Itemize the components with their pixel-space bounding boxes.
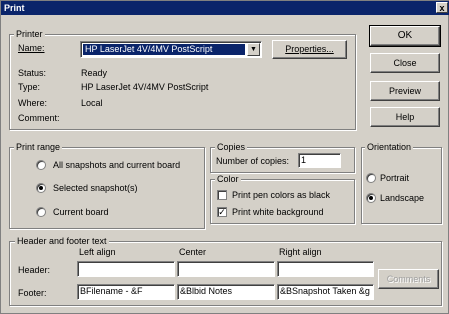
footer-center-input[interactable]: &Blbid Notes — [177, 284, 275, 300]
pen-colors-label[interactable]: Print pen colors as black — [232, 190, 330, 201]
preview-button[interactable]: Preview — [370, 81, 440, 101]
radio-landscape-label[interactable]: Landscape — [380, 193, 424, 204]
col-center-heading: Center — [179, 247, 207, 257]
header-footer-legend: Header and footer text — [15, 236, 109, 246]
orientation-legend: Orientation — [365, 142, 414, 152]
col-left-heading: Left align — [79, 247, 116, 257]
status-value: Ready — [81, 68, 108, 78]
copies-legend: Copies — [215, 142, 248, 152]
footer-label: Footer: — [18, 288, 47, 298]
properties-button[interactable]: Properties... — [272, 40, 347, 59]
printer-name-value: HP LaserJet 4V/4MV PostScript — [83, 44, 245, 55]
copies-label: Number of copies: — [216, 156, 290, 166]
printer-name-select[interactable]: HP LaserJet 4V/4MV PostScript ▼ — [80, 41, 262, 58]
col-right-heading: Right align — [279, 247, 322, 257]
color-legend: Color — [215, 174, 241, 184]
radio-all-snapshots[interactable] — [36, 160, 46, 170]
header-center-input[interactable] — [177, 261, 275, 277]
ok-button[interactable]: OK — [369, 25, 441, 47]
comments-button[interactable]: Comments — [378, 269, 439, 289]
title-bar: Print x — [1, 1, 449, 15]
header-left-input[interactable] — [77, 261, 175, 277]
help-button-label: Help — [395, 112, 415, 122]
printer-legend: Printer — [14, 29, 45, 39]
help-button[interactable]: Help — [370, 107, 440, 127]
where-value: Local — [81, 98, 103, 108]
dialog-title: Print — [4, 3, 25, 13]
white-background-checkbox[interactable]: ✓ — [217, 207, 227, 217]
radio-landscape[interactable] — [366, 193, 376, 203]
type-label: Type: — [18, 82, 41, 92]
close-icon[interactable]: x — [436, 2, 448, 13]
print-dialog: Print x Printer Name: HP LaserJet 4V/4MV… — [0, 0, 449, 314]
radio-current-board[interactable] — [36, 207, 46, 217]
white-background-label[interactable]: Print white background — [232, 207, 324, 218]
type-value: HP LaserJet 4V/4MV PostScript — [81, 82, 209, 92]
radio-all-snapshots-label[interactable]: All snapshots and current board — [53, 160, 180, 171]
chevron-down-icon[interactable]: ▼ — [247, 43, 260, 56]
close-button-label: Close — [393, 58, 417, 68]
orientation-group — [361, 147, 442, 224]
footer-right-input[interactable]: &BSnapshot Taken &g — [277, 284, 374, 300]
radio-selected-snapshots-label[interactable]: Selected snapshot(s) — [53, 183, 138, 194]
printer-name-label: Name: — [18, 43, 45, 53]
header-label: Header: — [18, 265, 51, 275]
copies-input[interactable]: 1 — [298, 153, 341, 168]
where-label: Where: — [18, 98, 48, 108]
radio-selected-snapshots[interactable] — [36, 183, 46, 193]
pen-colors-checkbox[interactable] — [217, 190, 227, 200]
comment-label: Comment: — [18, 113, 60, 123]
footer-left-input[interactable]: BFilename - &F — [77, 284, 175, 300]
print-range-legend: Print range — [14, 142, 63, 152]
status-label: Status: — [18, 68, 47, 78]
close-button[interactable]: Close — [370, 53, 440, 73]
radio-current-board-label[interactable]: Current board — [53, 207, 109, 218]
properties-button-label: Properties... — [285, 44, 334, 54]
ok-button-label: OK — [397, 30, 413, 41]
preview-button-label: Preview — [388, 86, 421, 96]
comments-button-label: Comments — [386, 274, 431, 284]
radio-portrait-label[interactable]: Portrait — [380, 173, 409, 184]
header-right-input[interactable] — [277, 261, 374, 277]
radio-portrait[interactable] — [366, 173, 376, 183]
